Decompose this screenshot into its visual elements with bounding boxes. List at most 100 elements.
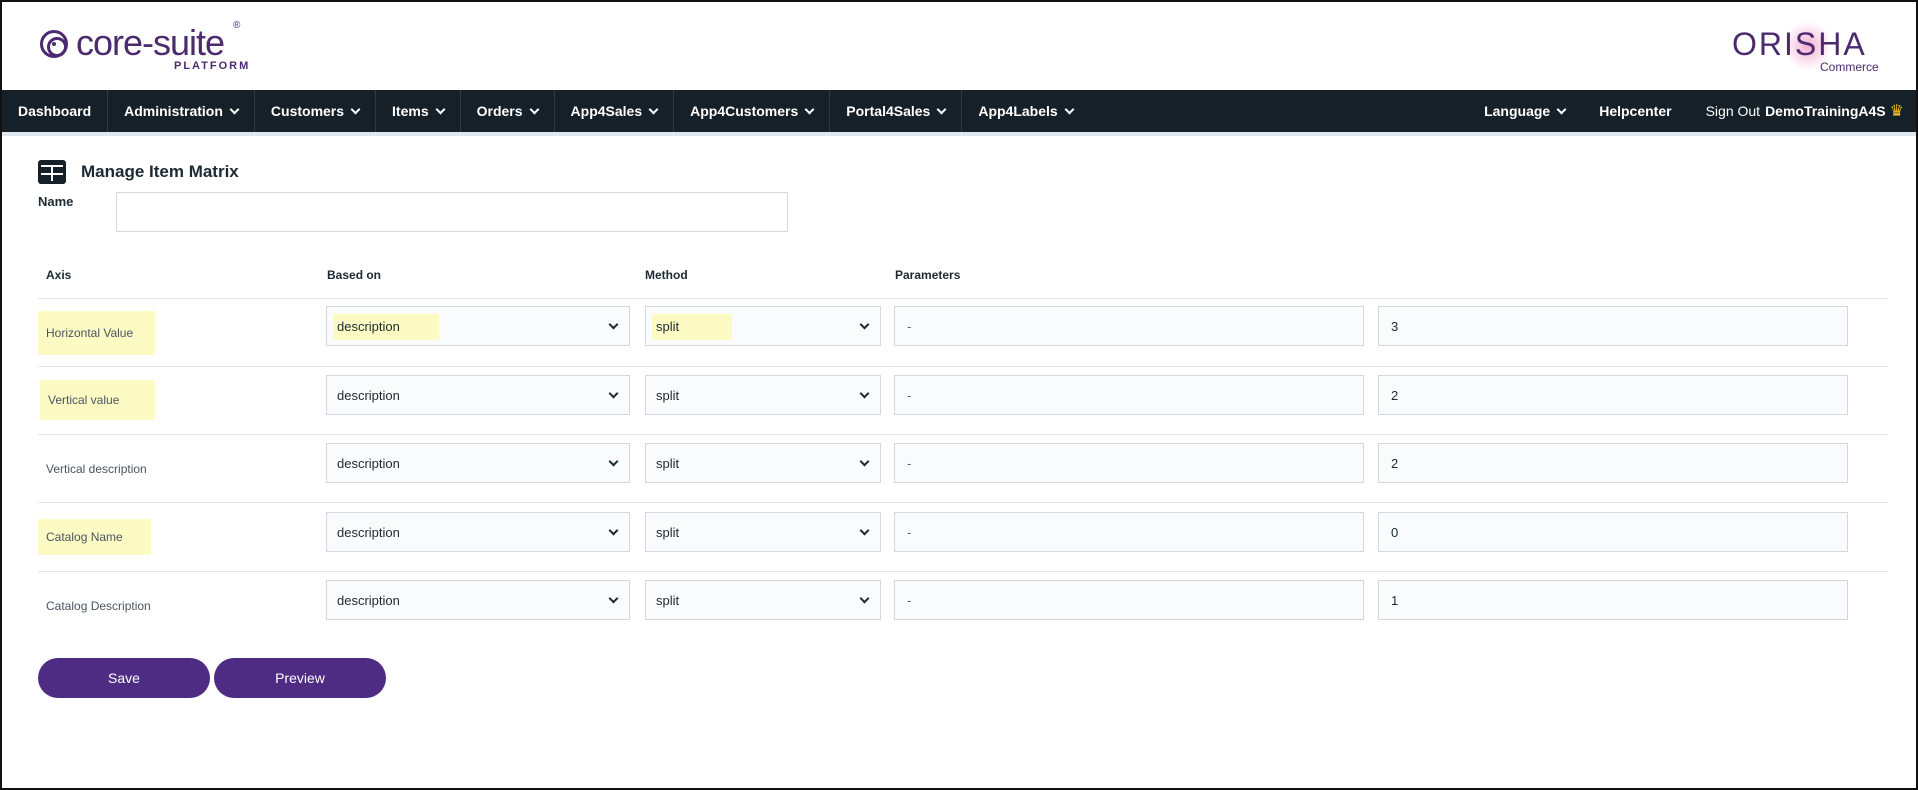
- chevron-down-icon: [1064, 104, 1075, 114]
- select-value: description: [337, 318, 400, 334]
- nav-orders[interactable]: Orders: [461, 90, 555, 132]
- method-select[interactable]: split: [645, 512, 881, 552]
- method-select[interactable]: split: [645, 443, 881, 483]
- based-on-select[interactable]: description: [326, 580, 630, 620]
- parameter-input-1[interactable]: -: [894, 306, 1364, 346]
- nav-dashboard[interactable]: Dashboard: [2, 90, 109, 132]
- chevron-down-icon: [859, 456, 870, 467]
- chevron-down-icon: [608, 593, 619, 604]
- crown-icon: ♛: [1889, 103, 1904, 120]
- name-input[interactable]: [116, 192, 788, 232]
- parameter-input-2[interactable]: 0: [1378, 512, 1848, 552]
- select-value: split: [656, 524, 680, 540]
- method-select[interactable]: split: [645, 375, 881, 415]
- nav-items[interactable]: Items: [376, 90, 461, 132]
- parameter-input-2[interactable]: 2: [1378, 375, 1848, 415]
- nav-label: Helpcenter: [1599, 103, 1672, 119]
- parameter-input-1[interactable]: -: [894, 580, 1364, 620]
- based-on-select[interactable]: description: [326, 306, 630, 346]
- user-name: DemoTrainingA4S: [1765, 103, 1886, 119]
- based-on-select[interactable]: description: [326, 512, 630, 552]
- nav-label: Dashboard: [18, 103, 92, 119]
- row-divider: [38, 298, 1888, 299]
- select-value: split: [656, 387, 680, 403]
- chevron-down-icon: [859, 319, 870, 330]
- chevron-down-icon: [350, 104, 361, 114]
- nav-label: App4Sales: [570, 103, 643, 119]
- chevron-down-icon: [608, 525, 619, 536]
- core-suite-logo[interactable]: core-suite ® PLATFORM: [40, 20, 260, 74]
- parameter-input-1[interactable]: -: [894, 443, 1364, 483]
- select-value: description: [337, 387, 400, 403]
- nav-divider: [2, 132, 1916, 136]
- nav-app4sales[interactable]: App4Sales: [555, 90, 675, 132]
- parameter-input-2[interactable]: 3: [1378, 306, 1848, 346]
- page-header: Manage Item Matrix: [38, 157, 239, 187]
- header-method: Method: [645, 268, 688, 282]
- chevron-down-icon: [608, 319, 619, 330]
- parameter-input-1[interactable]: -: [894, 375, 1364, 415]
- nav-label: Customers: [270, 103, 345, 119]
- based-on-select[interactable]: description: [326, 375, 630, 415]
- parameter-input-2[interactable]: 2: [1378, 443, 1848, 483]
- axis-label-vertical-description: Vertical description: [46, 462, 147, 476]
- header: core-suite ® PLATFORM ORISHA Commerce: [2, 2, 1916, 90]
- parameter-input-2[interactable]: 1: [1378, 580, 1848, 620]
- nav-label: Portal4Sales: [846, 103, 931, 119]
- nav-label: Language: [1484, 103, 1551, 119]
- nav-helpcenter[interactable]: Helpcenter: [1582, 90, 1688, 132]
- nav-sign-out[interactable]: Sign Out DemoTrainingA4S ♛: [1689, 90, 1904, 132]
- nav-label: Items: [392, 103, 429, 119]
- nav-label: Administration: [124, 103, 223, 119]
- logo-text: core-suite: [76, 22, 225, 63]
- header-parameters: Parameters: [895, 268, 961, 282]
- header-axis: Axis: [46, 268, 72, 282]
- app-window: core-suite ® PLATFORM ORISHA Commerce Da…: [0, 0, 1918, 790]
- select-value: split: [656, 592, 680, 608]
- header-based-on: Based on: [327, 268, 382, 282]
- parameter-input-1[interactable]: -: [894, 512, 1364, 552]
- preview-button[interactable]: Preview: [214, 658, 386, 698]
- method-select[interactable]: split: [645, 580, 881, 620]
- row-divider: [38, 434, 1888, 435]
- nav-label: App4Customers: [690, 103, 799, 119]
- row-divider: [38, 366, 1888, 367]
- chevron-down-icon: [859, 525, 870, 536]
- select-value: split: [656, 318, 680, 334]
- nav-right-group: Language Helpcenter Sign Out DemoTrainin…: [1467, 90, 1904, 132]
- nav-portal4sales[interactable]: Portal4Sales: [830, 90, 963, 132]
- chevron-down-icon: [229, 104, 240, 114]
- based-on-select[interactable]: description: [326, 443, 630, 483]
- chevron-down-icon: [648, 104, 659, 114]
- nav-language[interactable]: Language: [1467, 90, 1582, 132]
- select-value: split: [656, 455, 680, 471]
- page-title: Manage Item Matrix: [81, 162, 239, 181]
- chevron-down-icon: [1556, 104, 1567, 114]
- axis-label-catalog-name: Catalog Name: [38, 519, 151, 555]
- save-button[interactable]: Save: [38, 658, 210, 698]
- chevron-down-icon: [859, 388, 870, 399]
- chevron-down-icon: [859, 593, 870, 604]
- logo-target-icon: [40, 30, 68, 58]
- sign-out-label: Sign Out: [1705, 103, 1761, 119]
- axis-label-vertical-value: Vertical value: [40, 380, 155, 420]
- select-value: description: [337, 524, 400, 540]
- chevron-down-icon: [608, 388, 619, 399]
- name-label: Name: [38, 194, 74, 209]
- main-navbar: Dashboard Administration Customers Items…: [2, 90, 1916, 132]
- brand-subtitle: Commerce: [1820, 60, 1879, 74]
- nav-label: Orders: [476, 103, 523, 119]
- axis-label-horizontal-value: Horizontal Value: [38, 311, 155, 355]
- chevron-down-icon: [608, 456, 619, 467]
- logo-registered-mark: ®: [233, 20, 241, 31]
- brand-name: ORISHA: [1732, 26, 1867, 62]
- nav-app4labels[interactable]: App4Labels: [962, 90, 1088, 132]
- select-value: description: [337, 455, 400, 471]
- nav-administration[interactable]: Administration: [108, 90, 255, 132]
- nav-app4customers[interactable]: App4Customers: [674, 90, 831, 132]
- method-select[interactable]: split: [645, 306, 881, 346]
- row-divider: [38, 502, 1888, 503]
- chevron-down-icon: [435, 104, 446, 114]
- chevron-down-icon: [529, 104, 539, 114]
- nav-customers[interactable]: Customers: [255, 90, 377, 132]
